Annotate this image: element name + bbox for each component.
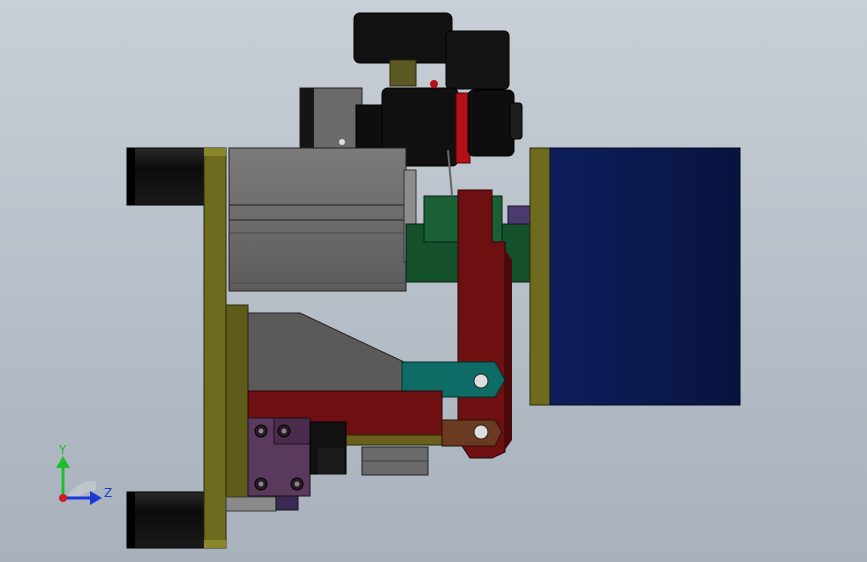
- purple-bracket: [247, 417, 311, 511]
- navy-block: [529, 147, 741, 406]
- z-axis-arrow: [90, 491, 102, 505]
- y-axis-arrow: [56, 456, 70, 468]
- gray-wedge-block: [247, 312, 405, 393]
- gray-motor-body: [228, 147, 417, 292]
- left-lower-cylinder: [126, 491, 208, 549]
- coordinate-triad: [56, 456, 102, 505]
- y-axis-label: Y: [59, 443, 67, 457]
- cad-assembly-drawing: [56, 12, 741, 549]
- z-axis-label: Z: [104, 486, 113, 500]
- brown-clevis: [441, 419, 503, 447]
- left-upper-cylinder: [126, 147, 208, 206]
- cad-viewport[interactable]: Y Z: [0, 0, 867, 562]
- x-axis-origin: [59, 494, 67, 502]
- olive-mounting-plate: [203, 147, 227, 549]
